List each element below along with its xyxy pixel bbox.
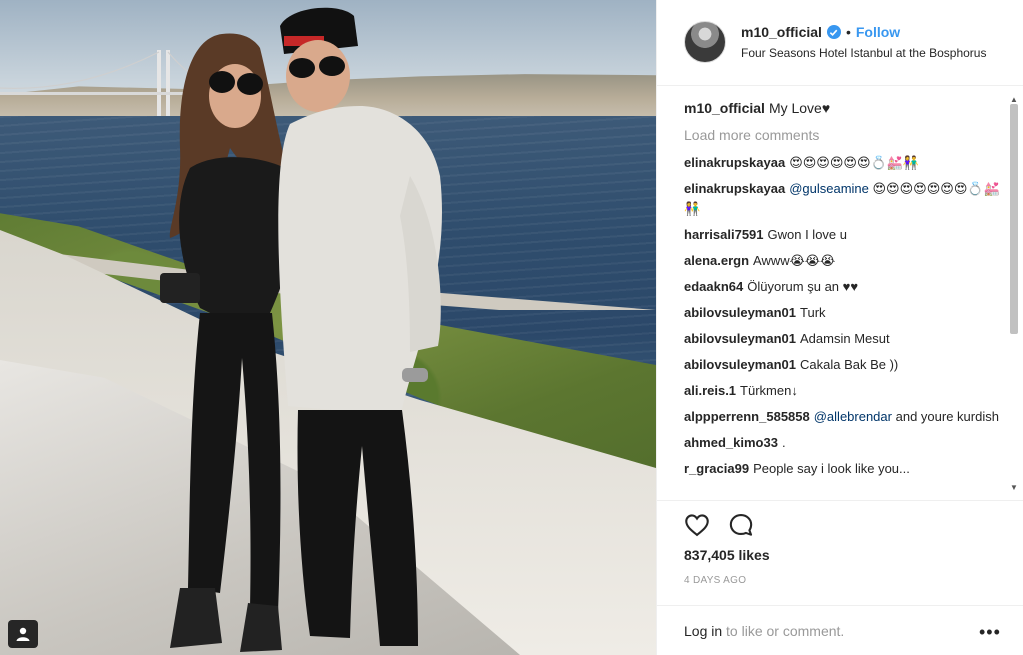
comment-username[interactable]: ahmed_kimo33 — [684, 435, 778, 450]
header-username[interactable]: m10_official — [741, 24, 822, 40]
scroll-up-arrow[interactable]: ▲ — [1010, 96, 1018, 104]
user-tag-icon[interactable] — [8, 620, 38, 648]
post-header: m10_official • Follow Four Seasons Hotel… — [657, 0, 1023, 86]
comment-text: Turk — [800, 305, 826, 320]
comments-list: m10_official My Love♥ Load more comments … — [684, 98, 1000, 498]
comment-mention[interactable]: @allebrendar — [814, 409, 892, 424]
comment-username[interactable]: ali.reis.1 — [684, 383, 736, 398]
load-more-comments[interactable]: Load more comments — [684, 126, 1000, 144]
comment-text: Cakala Bak Be )) — [800, 357, 899, 372]
comment-text: People say i look like you... — [753, 461, 910, 476]
comment-item: r_gracia99 People say i look like you... — [684, 459, 1000, 479]
comment-username[interactable]: harrisali7591 — [684, 227, 764, 242]
post-photo[interactable] — [0, 0, 656, 655]
comment-username[interactable]: elinakrupskayaa — [684, 181, 785, 196]
verified-badge-icon — [826, 25, 841, 39]
comment-username[interactable]: alena.ergn — [684, 253, 749, 268]
comment-text: and youre kurdish — [895, 409, 999, 424]
avatar[interactable] — [684, 21, 726, 63]
post-sidebar: m10_official • Follow Four Seasons Hotel… — [656, 0, 1023, 655]
more-options-button[interactable]: ••• — [979, 622, 1001, 643]
comment-text: Adamsin Mesut — [800, 331, 890, 346]
scroll-thumb[interactable] — [1010, 104, 1018, 334]
login-link[interactable]: Log in — [684, 623, 722, 639]
comment-icon[interactable] — [727, 511, 757, 541]
likes-count[interactable]: 837,405 likes — [684, 547, 770, 563]
comment-text: . — [781, 435, 786, 450]
comment-item: harrisali7591 Gwon I love u — [684, 225, 1000, 245]
comment-item: abilovsuleyman01 Turk — [684, 303, 1000, 323]
scroll-down-arrow[interactable]: ▼ — [1010, 484, 1018, 492]
comment-text: 😍😍😍😍😍😍💍💒👫 — [789, 155, 920, 170]
comment-username[interactable]: abilovsuleyman01 — [684, 305, 796, 320]
comment-mention[interactable]: @gulseamine — [789, 181, 869, 196]
login-bar: Log in to like or comment. ••• — [657, 605, 1023, 655]
comment-item: abilovsuleyman01 Adamsin Mesut — [684, 329, 1000, 349]
comment-text: Awww😭😭😭 — [753, 253, 836, 268]
post-actions: 837,405 likes 4 DAYS AGO Log in to like … — [657, 500, 1023, 655]
caption-text: My Love♥ — [768, 100, 831, 116]
post-timestamp: 4 DAYS AGO — [684, 575, 747, 586]
comment-username[interactable]: abilovsuleyman01 — [684, 331, 796, 346]
comment-item: elinakrupskayaa @gulseamine 😍😍😍😍😍😍😍💍💒👫 — [684, 179, 1000, 219]
comment-text: Gwon I love u — [767, 227, 848, 242]
comment-text: Ölüyorum şu an ♥♥ — [747, 279, 859, 294]
comment-item: abilovsuleyman01 Cakala Bak Be )) — [684, 355, 1000, 375]
comment-item: ahmed_kimo33. — [684, 433, 1000, 453]
caption-username[interactable]: m10_official — [684, 100, 765, 116]
post-caption: m10_official My Love♥ — [684, 98, 1000, 118]
heart-icon[interactable] — [683, 511, 713, 541]
header-separator: • — [845, 24, 851, 40]
comment-username[interactable]: edaakn64 — [684, 279, 743, 294]
comment-username[interactable]: elinakrupskayaa — [684, 155, 785, 170]
comment-item: elinakrupskayaa 😍😍😍😍😍😍💍💒👫 — [684, 153, 1000, 173]
comment-text: Türkmen↓ — [740, 383, 798, 398]
login-rest: to like or comment. — [726, 623, 845, 639]
follow-button[interactable]: Follow — [856, 24, 900, 40]
comment-item: ali.reis.1 Türkmen↓ — [684, 381, 1000, 401]
login-prompt: Log in to like or comment. — [684, 623, 844, 639]
header-user-row: m10_official • Follow — [741, 24, 900, 40]
comment-item: alppperrenn_585858 @allebrendar and youre… — [684, 407, 1000, 427]
comments-scrollbar[interactable]: ▲ ▼ — [1009, 96, 1019, 496]
photo-man — [278, 7, 442, 646]
comment-username[interactable]: abilovsuleyman01 — [684, 357, 796, 372]
comment-item: alena.ergn Awww😭😭😭 — [684, 251, 1000, 271]
user-tag-glyph — [16, 627, 30, 641]
location-link[interactable]: Four Seasons Hotel Istanbul at the Bosph… — [741, 46, 1001, 60]
comment-item: edaakn64 Ölüyorum şu an ♥♥ — [684, 277, 1000, 297]
check-icon — [830, 29, 838, 36]
comment-username[interactable]: alppperrenn_585858 — [684, 409, 810, 424]
comment-username[interactable]: r_gracia99 — [684, 461, 749, 476]
